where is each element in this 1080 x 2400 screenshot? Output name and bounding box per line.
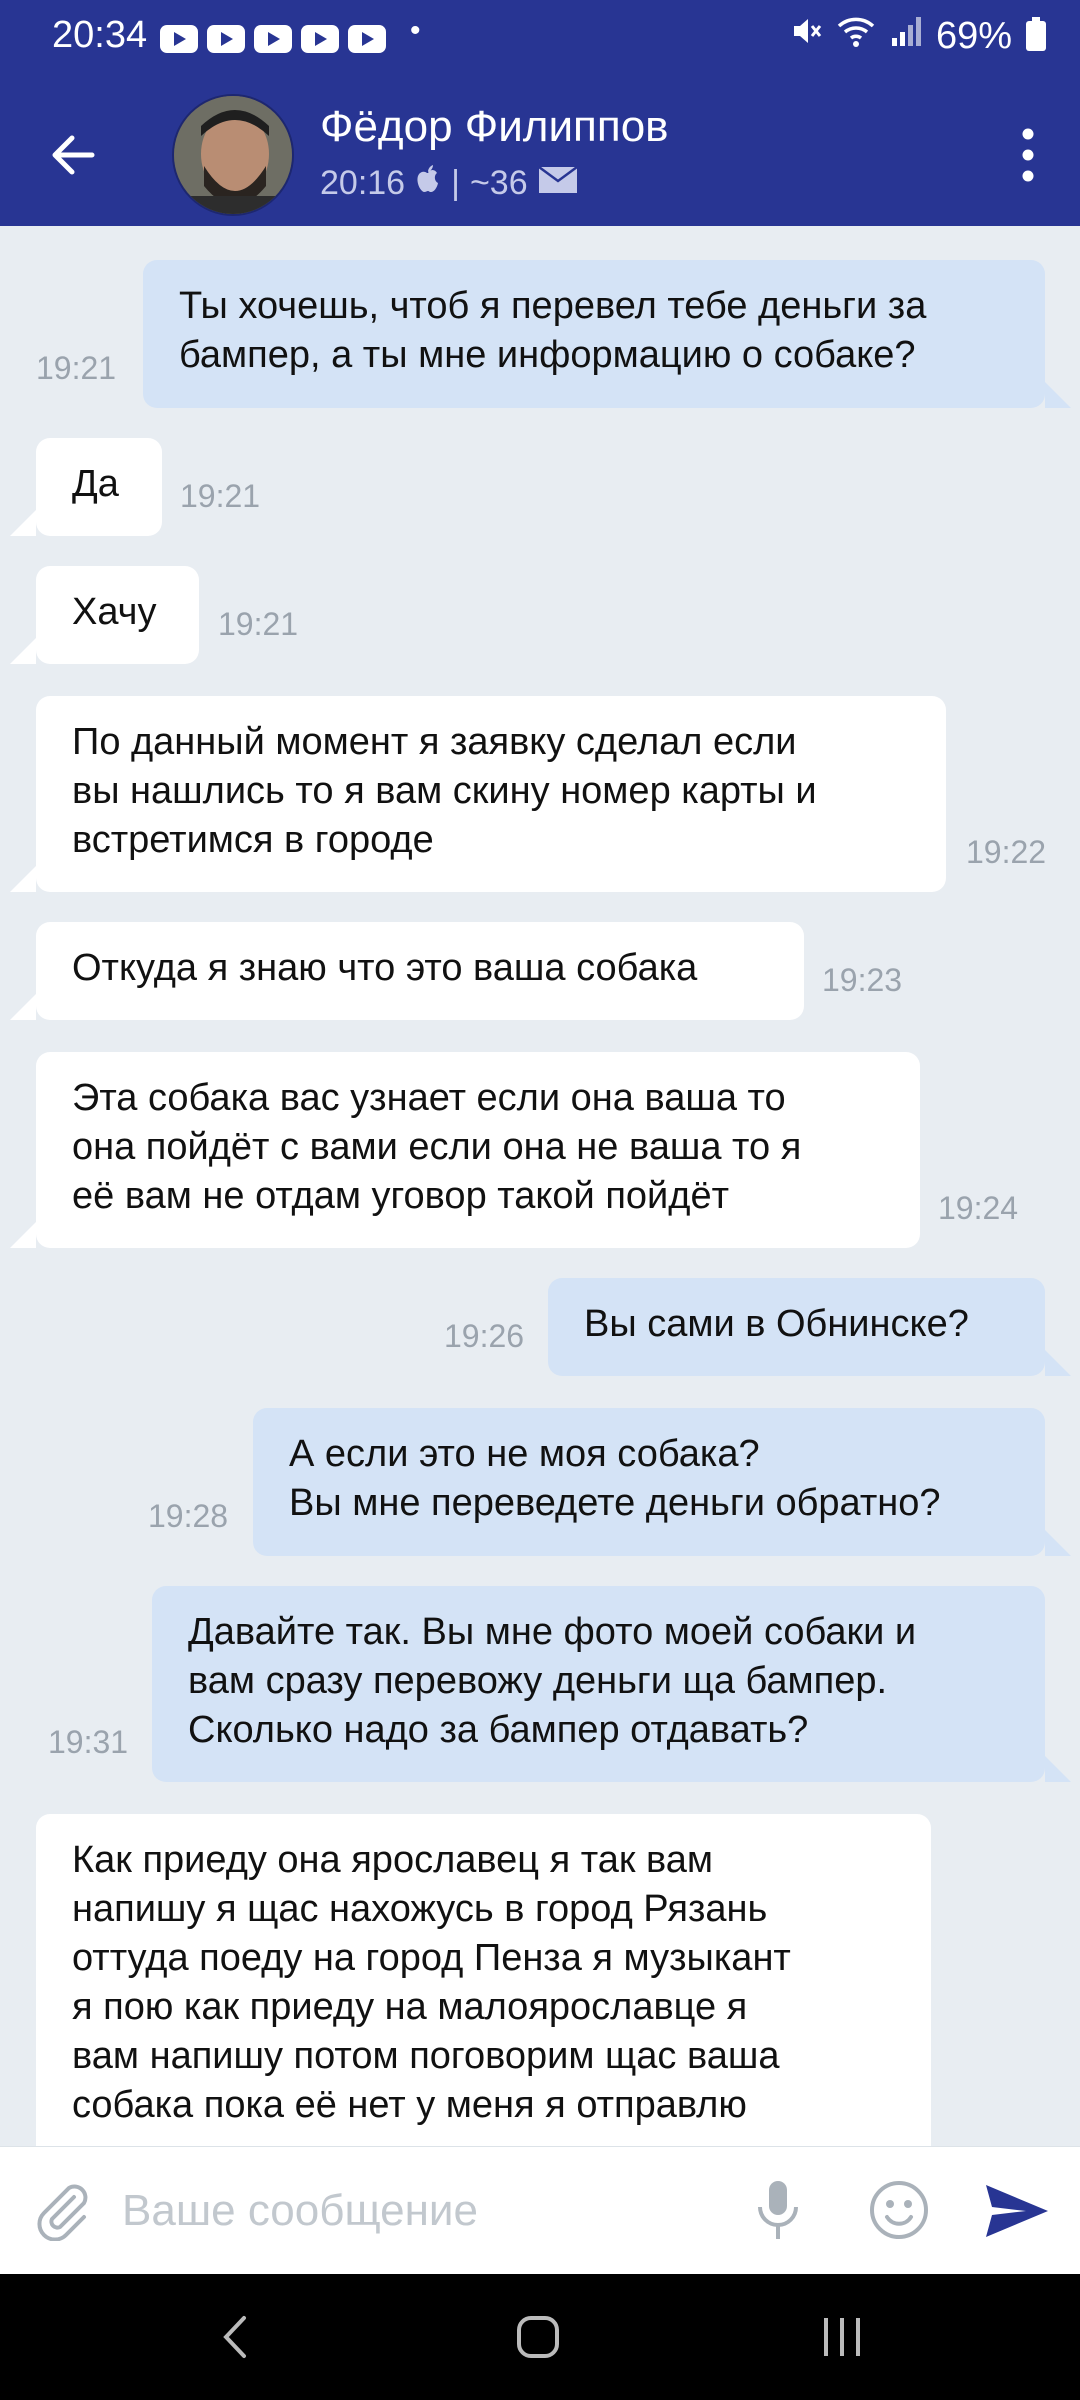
message-time: 19:21 (180, 478, 261, 514)
message-text-line: Сколько надо за бампер отдавать? (188, 1709, 809, 1751)
send-icon (986, 2185, 1048, 2237)
message-text-line: вам напишу потом поговорим щас ваша (72, 2035, 780, 2077)
message-text-line: Давайте так. Вы мне фото моей собаки и (188, 1611, 917, 1653)
message-text-line: бампер, а ты мне информацию о собаке? (179, 334, 916, 376)
status-bar: 20:34 • 69% (0, 0, 1080, 80)
bubble-tail (10, 510, 36, 536)
signal-icon (890, 14, 922, 58)
message-text-line: я пою как приеду на малоярославце я (72, 1986, 748, 2028)
message-time: 19:23 (822, 962, 903, 998)
voice-message-button[interactable] (748, 2177, 808, 2243)
status-time: 20:34 (52, 14, 148, 56)
battery-icon (1026, 17, 1046, 51)
more-notifications-dot: • (410, 14, 421, 47)
message-time: 19:28 (148, 1498, 229, 1534)
system-navigation-bar (0, 2274, 1080, 2400)
mute-icon (788, 14, 822, 58)
message-text-line: А если это не моя собака? (289, 1433, 760, 1475)
apple-icon (415, 164, 441, 203)
more-vertical-icon (1022, 128, 1034, 182)
bubble-tail (1045, 1530, 1071, 1556)
bubble-tail (10, 866, 36, 892)
message-bubble[interactable]: А если это не моя собака? Вы мне перевед… (253, 1408, 1045, 1556)
message-bubble[interactable]: Хачу (36, 566, 199, 664)
message-bubble[interactable]: Как приеду она ярославец я так вам напиш… (36, 1814, 931, 2146)
last-seen-time: 20:16 (320, 164, 406, 202)
message-bubble[interactable]: По данный момент я заявку сделал если вы… (36, 696, 946, 892)
message-text-line: она пойдёт с вами если она не ваша то я (72, 1126, 802, 1168)
youtube-notification-icon (301, 25, 339, 53)
message-time: 19:21 (218, 606, 299, 642)
message-text-line: Откуда я знаю что это ваша собака (72, 947, 698, 989)
message-text-line: Хачу (72, 591, 157, 633)
message-bubble[interactable]: Ты хочешь, чтоб я перевел тебе деньги за… (143, 260, 1045, 408)
message-bubble[interactable]: Давайте так. Вы мне фото моей собаки и в… (152, 1586, 1045, 1782)
bubble-tail (1045, 382, 1071, 408)
youtube-notification-icon (254, 25, 292, 53)
message-time: 19:24 (938, 1190, 1019, 1226)
back-button[interactable] (40, 120, 110, 190)
bubble-tail (10, 1222, 36, 1248)
message-text-line: встретимся в городе (72, 819, 434, 861)
message-text-line: Вы сами в Обнинске? (584, 1303, 969, 1345)
message-text-line: Эта собака вас узнает если она ваша то (72, 1077, 786, 1119)
nav-recents-button[interactable] (812, 2312, 872, 2362)
chat-header: Фёдор Филиппов 20:16 | ~36 (0, 80, 1080, 226)
youtube-notification-icon (207, 25, 245, 53)
message-text-line: Да (72, 463, 119, 505)
arrow-left-icon (52, 135, 95, 175)
recents-icon (824, 2318, 860, 2356)
message-text-line: Ты хочешь, чтоб я перевел тебе деньги за (179, 285, 927, 327)
bubble-tail (10, 994, 36, 1020)
message-text-line: Как приеду она ярославец я так вам (72, 1839, 714, 1881)
more-options-button[interactable] (998, 120, 1058, 190)
bubble-tail (1045, 1756, 1071, 1782)
message-bubble[interactable]: Вы сами в Обнинске? (548, 1278, 1045, 1376)
battery-percent: 69% (935, 14, 1012, 57)
youtube-notification-icon (160, 25, 198, 53)
message-bubble[interactable]: Да (36, 438, 162, 536)
microphone-icon (758, 2181, 798, 2239)
message-time: 19:31 (48, 1724, 129, 1760)
message-text-line: напишу я щас нахожусь в город Рязань (72, 1888, 768, 1930)
message-text-line: По данный момент я заявку сделал если (72, 721, 797, 763)
message-list[interactable]: Ты хочешь, чтоб я перевел тебе деньги за… (0, 226, 1080, 2146)
nav-home-button[interactable] (508, 2312, 568, 2362)
bubble-tail (10, 638, 36, 664)
chevron-left-icon (223, 2316, 246, 2358)
paperclip-icon (37, 2184, 88, 2242)
message-text-line: Вы мне переведете деньги обратно? (289, 1482, 941, 1524)
message-bubble[interactable]: Эта собака вас узнает если она ваша то о… (36, 1052, 920, 1248)
message-time: 19:21 (36, 350, 117, 386)
message-text-line: оттуда поеду на город Пенза я музыкант (72, 1937, 791, 1979)
separator: | (451, 164, 460, 202)
message-text-line: вы нашлись то я вам скину номер карты и (72, 770, 817, 812)
contact-status: 20:16 | ~36 (320, 164, 578, 203)
message-time: 19:22 (966, 834, 1047, 870)
contact-name[interactable]: Фёдор Филиппов (320, 102, 669, 152)
message-composer (0, 2146, 1080, 2274)
avatar[interactable] (172, 94, 294, 216)
status-icons: 69% (788, 14, 1046, 58)
send-button[interactable] (982, 2181, 1052, 2241)
emoji-button[interactable] (866, 2177, 932, 2243)
contact-age: ~36 (469, 164, 528, 202)
message-text-line: вам сразу перевожу деньги ща бампер. (188, 1660, 888, 1702)
attach-button[interactable] (30, 2177, 94, 2242)
home-icon (517, 2316, 559, 2358)
envelope-icon (537, 164, 578, 203)
message-bubble[interactable]: Откуда я знаю что это ваша собака (36, 922, 804, 1020)
wifi-icon (836, 14, 876, 58)
youtube-notification-icon (348, 25, 386, 53)
message-time: 19:26 (444, 1318, 525, 1354)
message-text-line: собака пока её нет у меня я отправлю (72, 2084, 747, 2126)
message-text-line: её вам не отдам уговор такой пойдёт (72, 1175, 729, 1217)
smiley-icon (870, 2181, 928, 2239)
message-input[interactable] (122, 2171, 722, 2251)
nav-back-button[interactable] (206, 2312, 266, 2362)
bubble-tail (1045, 1350, 1071, 1376)
